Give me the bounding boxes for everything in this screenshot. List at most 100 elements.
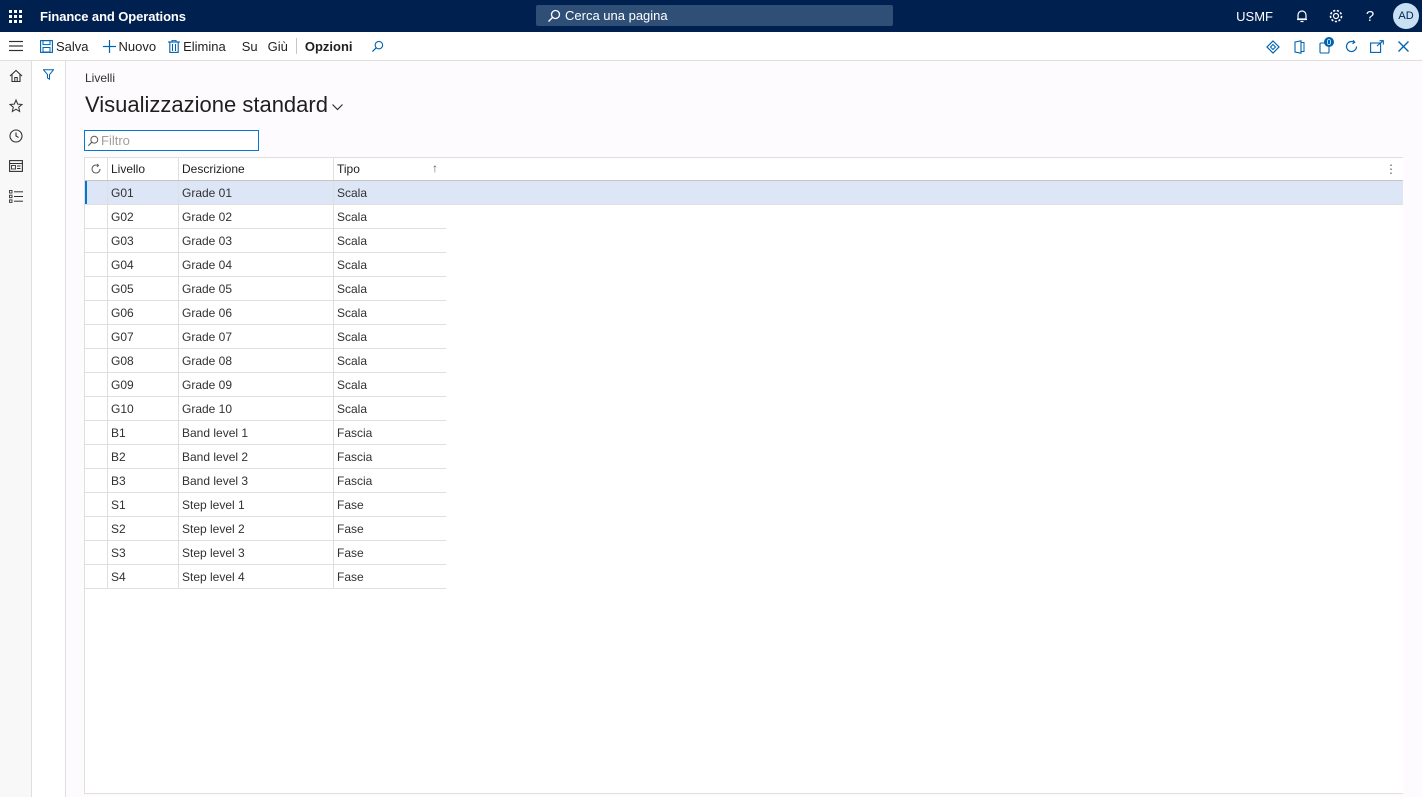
cell-descrizione[interactable]: Band level 3 [179, 469, 334, 492]
save-button[interactable]: Salva [31, 32, 95, 61]
cell-tipo[interactable]: Scala [334, 325, 446, 348]
cell-livello[interactable]: G02 [108, 205, 179, 228]
row-selector[interactable] [85, 325, 108, 348]
close-icon[interactable] [1390, 32, 1416, 61]
office-icon[interactable] [1286, 32, 1312, 61]
table-row[interactable]: S3 Step level 3 Fase [85, 541, 446, 565]
app-launcher-icon[interactable] [0, 0, 30, 32]
cell-descrizione[interactable]: Grade 02 [179, 205, 334, 228]
table-row[interactable]: G01 Grade 01 Scala [85, 181, 1403, 205]
table-row[interactable]: S1 Step level 1 Fase [85, 493, 446, 517]
avatar[interactable]: AD [1393, 3, 1419, 29]
recent-clock-icon[interactable] [0, 121, 31, 151]
cell-tipo[interactable]: Fase [334, 565, 446, 588]
cell-livello[interactable]: G08 [108, 349, 179, 372]
row-selector[interactable] [85, 493, 108, 516]
cell-tipo[interactable]: Fase [334, 541, 446, 564]
column-header-livello[interactable]: Livello [108, 158, 179, 180]
modules-list-icon[interactable] [0, 181, 31, 211]
table-row[interactable]: G04 Grade 04 Scala [85, 253, 446, 277]
table-row[interactable]: G02 Grade 02 Scala [85, 205, 446, 229]
cell-livello[interactable]: B3 [108, 469, 179, 492]
row-selector[interactable] [85, 565, 108, 588]
row-selector[interactable] [85, 253, 108, 276]
select-all-refresh-icon[interactable] [85, 158, 108, 180]
home-icon[interactable] [0, 61, 31, 91]
table-row[interactable]: G09 Grade 09 Scala [85, 373, 446, 397]
row-selector[interactable] [85, 181, 108, 204]
cell-livello[interactable]: G09 [108, 373, 179, 396]
cell-tipo[interactable]: Scala [334, 205, 446, 228]
cell-descrizione[interactable]: Grade 05 [179, 277, 334, 300]
table-row[interactable]: G10 Grade 10 Scala [85, 397, 446, 421]
table-row[interactable]: B2 Band level 2 Fascia [85, 445, 446, 469]
more-options-icon[interactable]: ⋮ [1385, 162, 1397, 176]
row-selector[interactable] [85, 445, 108, 468]
table-row[interactable]: B3 Band level 3 Fascia [85, 469, 446, 493]
column-header-tipo[interactable]: Tipo ↑ [334, 158, 446, 180]
row-selector[interactable] [85, 301, 108, 324]
app-title[interactable]: Finance and Operations [40, 9, 186, 24]
cell-descrizione[interactable]: Grade 07 [179, 325, 334, 348]
gear-icon[interactable] [1319, 0, 1353, 32]
row-selector[interactable] [85, 205, 108, 228]
cell-descrizione[interactable]: Grade 01 [179, 181, 334, 204]
attachments-icon[interactable]: 0 [1312, 32, 1338, 61]
column-header-descrizione[interactable]: Descrizione [179, 158, 334, 180]
cell-descrizione[interactable]: Grade 04 [179, 253, 334, 276]
row-selector[interactable] [85, 373, 108, 396]
cell-livello[interactable]: B2 [108, 445, 179, 468]
cell-tipo[interactable]: Scala [334, 349, 446, 372]
cell-livello[interactable]: S4 [108, 565, 179, 588]
move-down-button[interactable]: Giù [264, 32, 294, 61]
row-selector[interactable] [85, 229, 108, 252]
refresh-icon[interactable] [1338, 32, 1364, 61]
delete-button[interactable]: Elimina [162, 32, 232, 61]
table-row[interactable]: G03 Grade 03 Scala [85, 229, 446, 253]
cell-livello[interactable]: S1 [108, 493, 179, 516]
table-row[interactable]: S2 Step level 2 Fase [85, 517, 446, 541]
cell-livello[interactable]: G01 [108, 181, 179, 204]
cell-descrizione[interactable]: Step level 2 [179, 517, 334, 540]
favorites-star-icon[interactable] [0, 91, 31, 121]
company-picker[interactable]: USMF [1236, 9, 1273, 24]
cell-livello[interactable]: S2 [108, 517, 179, 540]
view-selector[interactable]: Visualizzazione standard [85, 92, 343, 118]
cell-descrizione[interactable]: Grade 09 [179, 373, 334, 396]
cell-tipo[interactable]: Scala [334, 181, 446, 204]
cell-descrizione[interactable]: Band level 2 [179, 445, 334, 468]
cell-tipo[interactable]: Fascia [334, 469, 446, 492]
cell-tipo[interactable]: Scala [334, 253, 446, 276]
hamburger-menu-icon[interactable] [0, 32, 31, 61]
row-selector[interactable] [85, 349, 108, 372]
cell-livello[interactable]: B1 [108, 421, 179, 444]
row-selector[interactable] [85, 469, 108, 492]
options-tab[interactable]: Opzioni [299, 32, 359, 61]
cell-tipo[interactable]: Fase [334, 517, 446, 540]
cell-descrizione[interactable]: Grade 10 [179, 397, 334, 420]
cell-livello[interactable]: S3 [108, 541, 179, 564]
open-new-window-icon[interactable] [1364, 32, 1390, 61]
cell-tipo[interactable]: Scala [334, 277, 446, 300]
row-selector[interactable] [85, 277, 108, 300]
help-icon[interactable]: ? [1353, 0, 1387, 32]
cell-descrizione[interactable]: Grade 08 [179, 349, 334, 372]
power-apps-icon[interactable] [1260, 32, 1286, 61]
cell-descrizione[interactable]: Step level 4 [179, 565, 334, 588]
table-row[interactable]: G06 Grade 06 Scala [85, 301, 446, 325]
page-search-box[interactable]: Cerca una pagina [536, 5, 893, 26]
table-row[interactable]: G08 Grade 08 Scala [85, 349, 446, 373]
table-row[interactable]: S4 Step level 4 Fase [85, 565, 446, 589]
cell-tipo[interactable]: Fascia [334, 445, 446, 468]
cell-descrizione[interactable]: Step level 1 [179, 493, 334, 516]
cell-tipo[interactable]: Scala [334, 301, 446, 324]
cell-tipo[interactable]: Scala [334, 397, 446, 420]
table-row[interactable]: G05 Grade 05 Scala [85, 277, 446, 301]
cell-tipo[interactable]: Fascia [334, 421, 446, 444]
workspaces-icon[interactable] [0, 151, 31, 181]
cell-descrizione[interactable]: Step level 3 [179, 541, 334, 564]
cell-livello[interactable]: G05 [108, 277, 179, 300]
row-selector[interactable] [85, 397, 108, 420]
table-row[interactable]: G07 Grade 07 Scala [85, 325, 446, 349]
cell-tipo[interactable]: Scala [334, 373, 446, 396]
